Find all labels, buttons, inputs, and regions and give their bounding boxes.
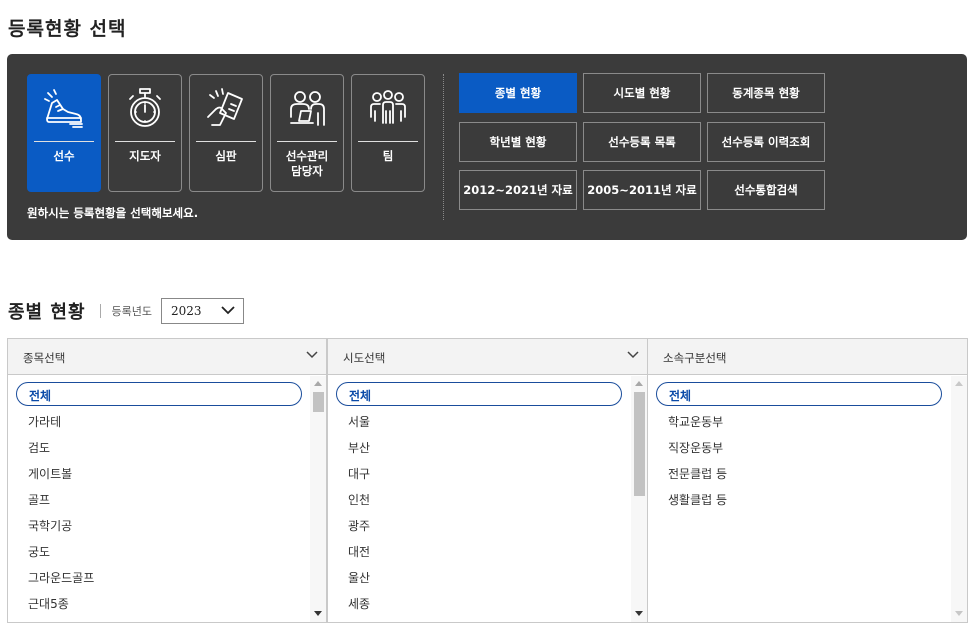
- region-option[interactable]: 대전: [336, 538, 622, 562]
- region-option[interactable]: 세종: [336, 590, 622, 614]
- sport-option-all[interactable]: 전체: [16, 382, 302, 406]
- affiliation-option[interactable]: 전문클럽 등: [656, 460, 942, 484]
- chevron-down-icon: [306, 351, 318, 359]
- affiliation-selector-title: 소속구분선택: [663, 351, 727, 365]
- role-label: 선수: [53, 149, 75, 163]
- sport-option[interactable]: 골프: [16, 486, 302, 510]
- affiliation-option[interactable]: 학교운동부: [656, 408, 942, 432]
- role-separator: [277, 141, 337, 142]
- running-shoe-icon: [28, 83, 100, 135]
- role-card-referee[interactable]: 심판: [189, 74, 263, 192]
- registration-panel: 선수 지도자 심판 선수관리 담당자 팀 원하시는 등록현황을 선택해보세요. …: [7, 54, 967, 240]
- section-title: 종별 현황: [8, 302, 86, 323]
- sport-selector-header[interactable]: 종목선택: [8, 339, 326, 375]
- role-card-coach[interactable]: 지도자: [108, 74, 182, 192]
- role-separator: [196, 141, 256, 142]
- scroll-down-arrow-icon[interactable]: [955, 611, 963, 616]
- role-separator: [115, 141, 175, 142]
- team-icon: [352, 83, 424, 135]
- scroll-up-arrow-icon[interactable]: [314, 381, 322, 386]
- region-list-scrollbar[interactable]: [631, 376, 647, 622]
- status-button-by-grade[interactable]: 학년별 현황: [459, 122, 577, 162]
- sport-option[interactable]: 국학기공: [16, 512, 302, 536]
- sport-option[interactable]: 그라운드골프: [16, 564, 302, 588]
- stopwatch-icon: [109, 83, 181, 135]
- status-button-athlete-search[interactable]: 선수통합검색: [707, 170, 825, 210]
- year-select-value: 2023: [171, 304, 202, 318]
- role-separator: [358, 141, 418, 142]
- chevron-down-icon: [221, 306, 235, 315]
- status-button-registration-history[interactable]: 선수등록 이력조회: [707, 122, 825, 162]
- status-button-by-region[interactable]: 시도별 현황: [583, 73, 701, 113]
- region-option[interactable]: 서울: [336, 408, 622, 432]
- role-label: 선수관리 담당자: [285, 149, 329, 178]
- role-card-manager[interactable]: 선수관리 담당자: [270, 74, 344, 192]
- scroll-up-arrow-icon[interactable]: [955, 381, 963, 386]
- affiliation-list-scrollbar[interactable]: [951, 376, 967, 622]
- role-card-team[interactable]: 팀: [351, 74, 425, 192]
- title-divider: [99, 304, 101, 318]
- sport-selector: 종목선택 전체 가라테 검도 게이트볼 골프 국학기공 궁도 그라운드골프 근대…: [7, 338, 327, 623]
- referee-card-icon: [190, 83, 262, 135]
- affiliation-selector-header[interactable]: 소속구분선택: [648, 339, 967, 375]
- role-label: 지도자: [129, 149, 161, 163]
- panel-instruction: 원하시는 등록현황을 선택해보세요.: [27, 206, 199, 220]
- chevron-down-icon: [627, 351, 639, 359]
- affiliation-option[interactable]: 직장운동부: [656, 434, 942, 458]
- sport-option[interactable]: 게이트볼: [16, 460, 302, 484]
- sport-list-scrollbar[interactable]: [310, 376, 326, 622]
- page-title: 등록현황 선택: [8, 18, 127, 40]
- region-selector-header[interactable]: 시도선택: [328, 339, 647, 375]
- region-option[interactable]: 부산: [336, 434, 622, 458]
- sport-option[interactable]: 근대5종: [16, 590, 302, 614]
- role-separator: [34, 141, 94, 142]
- status-button-2012-2021[interactable]: 2012~2021년 자료: [459, 170, 577, 210]
- status-button-registration-list[interactable]: 선수등록 목록: [583, 122, 701, 162]
- manager-group-icon: [271, 83, 343, 135]
- region-selector-title: 시도선택: [343, 351, 386, 365]
- region-selector: 시도선택 전체 서울 부산 대구 인천 광주 대전 울산 세종: [327, 338, 648, 623]
- role-label: 팀: [382, 149, 394, 163]
- affiliation-option-all[interactable]: 전체: [656, 382, 942, 406]
- status-button-by-sport[interactable]: 종별 현황: [459, 73, 577, 113]
- panel-divider: [443, 74, 444, 220]
- affiliation-option[interactable]: 생활클럽 등: [656, 486, 942, 510]
- scroll-up-arrow-icon[interactable]: [635, 381, 643, 386]
- sport-option-list[interactable]: 전체 가라테 검도 게이트볼 골프 국학기공 궁도 그라운드골프 근대5종: [8, 376, 326, 622]
- status-button-winter-sports[interactable]: 동계종목 현황: [707, 73, 825, 113]
- scrollbar-thumb[interactable]: [313, 392, 324, 412]
- region-option[interactable]: 광주: [336, 512, 622, 536]
- region-option[interactable]: 울산: [336, 564, 622, 588]
- scroll-down-arrow-icon[interactable]: [314, 611, 322, 616]
- role-card-athlete[interactable]: 선수: [27, 74, 101, 192]
- year-select[interactable]: 2023: [161, 298, 244, 324]
- affiliation-selector: 소속구분선택 전체 학교운동부 직장운동부 전문클럽 등 생활클럽 등: [647, 338, 968, 623]
- sport-option[interactable]: 검도: [16, 434, 302, 458]
- sport-option[interactable]: 궁도: [16, 538, 302, 562]
- status-button-2005-2011[interactable]: 2005~2011년 자료: [583, 170, 701, 210]
- region-option[interactable]: 인천: [336, 486, 622, 510]
- role-label: 심판: [215, 149, 237, 163]
- section-header: 종별 현황 등록년도 2023: [8, 298, 244, 324]
- affiliation-option-list[interactable]: 전체 학교운동부 직장운동부 전문클럽 등 생활클럽 등: [648, 376, 967, 622]
- scroll-down-arrow-icon[interactable]: [635, 611, 643, 616]
- region-option-all[interactable]: 전체: [336, 382, 622, 406]
- sport-option[interactable]: 가라테: [16, 408, 302, 432]
- scrollbar-thumb[interactable]: [634, 392, 645, 496]
- sport-selector-title: 종목선택: [23, 351, 66, 365]
- region-option-list[interactable]: 전체 서울 부산 대구 인천 광주 대전 울산 세종: [328, 376, 647, 622]
- region-option[interactable]: 대구: [336, 460, 622, 484]
- year-label: 등록년도: [111, 305, 152, 318]
